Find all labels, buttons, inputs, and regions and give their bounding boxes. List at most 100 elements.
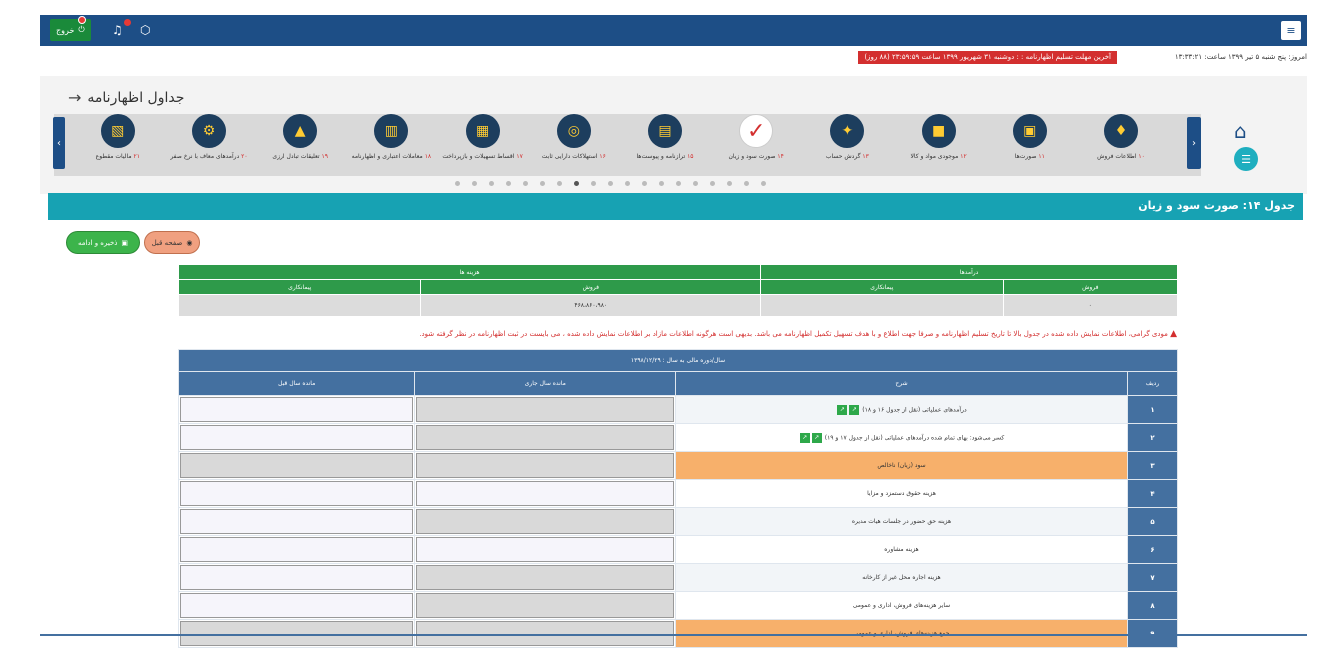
carousel-prev-button[interactable]: ‹ — [53, 117, 65, 169]
category-number: ۱۲ — [960, 153, 967, 160]
carousel-dot[interactable] — [676, 181, 681, 186]
row-description-text: کسر می‌شود: بهای تمام شده درآمدهای عملیا… — [824, 434, 1005, 441]
category-text: درآمدهای معاف با نرخ صفر — [170, 153, 240, 160]
table-row: ۲ کسر می‌شود: بهای تمام شده درآمدهای عملی… — [177, 423, 1178, 452]
category-item[interactable]: ⚙ ۲۰ درآمدهای معاف با نرخ صفر — [163, 114, 255, 176]
category-label: ۱۲ موجودی مواد و کالا — [893, 152, 985, 161]
bell-icon[interactable]: ♫ — [112, 23, 123, 37]
category-label: ۱۹ تعلیقات تبادل ارزی — [254, 152, 346, 161]
category-text: اقساط تسهیلات و بازپرداخت — [442, 153, 515, 160]
summary-group-income: درآمدها — [760, 264, 1178, 280]
category-label: ۱۶ استهلاکات دارایی ثابت — [528, 152, 620, 161]
category-icon: ▤ — [648, 114, 682, 148]
category-icon: ✓ — [739, 114, 774, 148]
carousel-dot[interactable] — [727, 181, 732, 186]
row-description-text: سود (زیان) ناخالص — [877, 462, 926, 469]
row-description: هزینه حقوق دستمزد و مزایا — [675, 479, 1128, 508]
carousel-dot[interactable] — [489, 181, 494, 186]
carousel-dot[interactable] — [761, 181, 766, 186]
previous-year-input[interactable] — [180, 509, 414, 534]
previous-year-input[interactable] — [180, 481, 414, 506]
carousel-dot[interactable] — [625, 181, 630, 186]
category-item[interactable]: ◎ ۱۶ استهلاکات دارایی ثابت — [528, 114, 620, 176]
category-label: ۲۱ مالیات مقطوع — [72, 152, 164, 161]
carousel-dot[interactable] — [710, 181, 715, 186]
cube-icon[interactable]: ⬡ — [140, 23, 150, 37]
category-text: صورت سود و زیان — [728, 153, 776, 160]
previous-year-input[interactable] — [180, 593, 414, 618]
category-item[interactable]: ▣ ۱۱ صورت‌ها — [984, 114, 1076, 176]
link-table-icon[interactable]: ↗ — [849, 404, 860, 415]
current-year-input[interactable] — [416, 509, 674, 534]
current-year-input[interactable] — [416, 397, 674, 422]
previous-year-input[interactable] — [180, 537, 414, 562]
row-description: کسر می‌شود: بهای تمام شده درآمدهای عملیا… — [675, 423, 1128, 452]
current-year-cell — [414, 395, 676, 424]
table-row: ۱ درآمدهای عملیاتی (نقل از جدول ۱۶ و ۱۸) … — [177, 395, 1178, 424]
current-year-cell — [414, 563, 676, 592]
current-year-input[interactable] — [416, 565, 674, 590]
category-icon: ▦ — [465, 114, 500, 148]
list-icon[interactable]: ☰ — [1234, 147, 1258, 171]
category-number: ۱۸ — [424, 153, 432, 160]
row-number: ۲ — [1127, 423, 1178, 452]
exit-button[interactable]: خروج ⏻ — [50, 16, 91, 41]
category-text: ترازنامه و پیوست‌ها — [636, 153, 686, 160]
carousel-dot[interactable] — [455, 181, 460, 186]
carousel-dot[interactable] — [744, 181, 749, 186]
table-row: ۵ هزینه حق حضور در جلسات هیات مدیره — [177, 507, 1178, 536]
previous-year-input[interactable] — [180, 425, 414, 450]
link-table-icon[interactable]: ↗ — [799, 432, 810, 443]
carousel-dot[interactable] — [693, 181, 698, 186]
carousel-dot[interactable] — [540, 181, 545, 186]
carousel-dot[interactable] — [523, 181, 528, 186]
summary-cost-contract — [177, 294, 422, 317]
category-number: ۱۰ — [1138, 153, 1145, 160]
carousel-dot[interactable] — [659, 181, 664, 186]
current-date: امروز: پنج شنبه ۵ تیر ۱۳۹۹ ساعت: ۱۳:۳۳:۲… — [1174, 53, 1307, 61]
current-year-input[interactable] — [416, 453, 674, 478]
section-header: جدول ۱۴: صورت سود و زیان — [48, 193, 1303, 220]
carousel-dot[interactable] — [608, 181, 613, 186]
carousel-dot[interactable] — [574, 181, 579, 186]
home-icon[interactable]: ⌂ — [1234, 119, 1247, 143]
category-item[interactable]: ✓ ۱۴ صورت سود و زیان — [710, 114, 802, 176]
category-number: ۱۷ — [516, 153, 523, 160]
hamburger-icon[interactable]: ≡ — [1281, 21, 1301, 40]
carousel-dot[interactable] — [591, 181, 596, 186]
link-table-icon[interactable]: ↗ — [837, 404, 848, 415]
save-continue-button[interactable]: ▣ ذخیره و ادامه — [66, 231, 140, 254]
category-item[interactable]: ▦ ۱۷ اقساط تسهیلات و بازپرداخت — [437, 114, 529, 176]
category-item[interactable]: ▧ ۲۱ مالیات مقطوع — [72, 114, 164, 176]
current-year-input[interactable] — [416, 481, 674, 506]
category-item[interactable]: ♦ ۱۰ اطلاعات فروش — [1075, 114, 1167, 176]
row-description-text: سایر هزینه‌های فروش، اداری و عمومی — [852, 602, 951, 609]
save-label: ذخیره و ادامه — [77, 238, 118, 247]
link-table-icon[interactable]: ↗ — [811, 432, 822, 443]
category-item[interactable]: ▤ ۱۵ ترازنامه و پیوست‌ها — [619, 114, 711, 176]
carousel-dot[interactable] — [506, 181, 511, 186]
current-year-input[interactable] — [416, 593, 674, 618]
carousel-next-button[interactable]: › — [1187, 117, 1201, 169]
category-text: اطلاعات فروش — [1097, 153, 1137, 160]
carousel-dot[interactable] — [557, 181, 562, 186]
table-row: ۷ هزینه اجاره محل غیر از کارخانه — [177, 563, 1178, 592]
current-year-input[interactable] — [416, 537, 674, 562]
carousel-dot[interactable] — [472, 181, 477, 186]
row-description-text: هزینه مشاوره — [884, 546, 919, 553]
row-number: ۳ — [1127, 451, 1178, 480]
prev-page-button[interactable]: ◉ صفحه قبل — [144, 231, 200, 254]
previous-year-input[interactable] — [180, 453, 414, 478]
row-description-text: هزینه حق حضور در جلسات هیات مدیره — [851, 518, 952, 525]
category-item[interactable]: ▥ ۱۸ معاملات اعتباری و اظهارنامه — [345, 114, 437, 176]
category-label: ۱۵ ترازنامه و پیوست‌ها — [619, 152, 711, 161]
panel-title[interactable]: جداول اظهارنامه → — [68, 88, 184, 107]
current-year-input[interactable] — [416, 425, 674, 450]
carousel-dot[interactable] — [642, 181, 647, 186]
category-item[interactable]: ✦ ۱۳ گردش حساب — [801, 114, 893, 176]
category-item[interactable]: ▲ ۱۹ تعلیقات تبادل ارزی — [254, 114, 346, 176]
previous-year-input[interactable] — [180, 565, 414, 590]
category-item[interactable]: ■ ۱۲ موجودی مواد و کالا — [893, 114, 985, 176]
previous-year-input[interactable] — [180, 397, 414, 422]
top-bar: خروج ⏻ ♫ ⬡ ≡ — [40, 15, 1307, 46]
